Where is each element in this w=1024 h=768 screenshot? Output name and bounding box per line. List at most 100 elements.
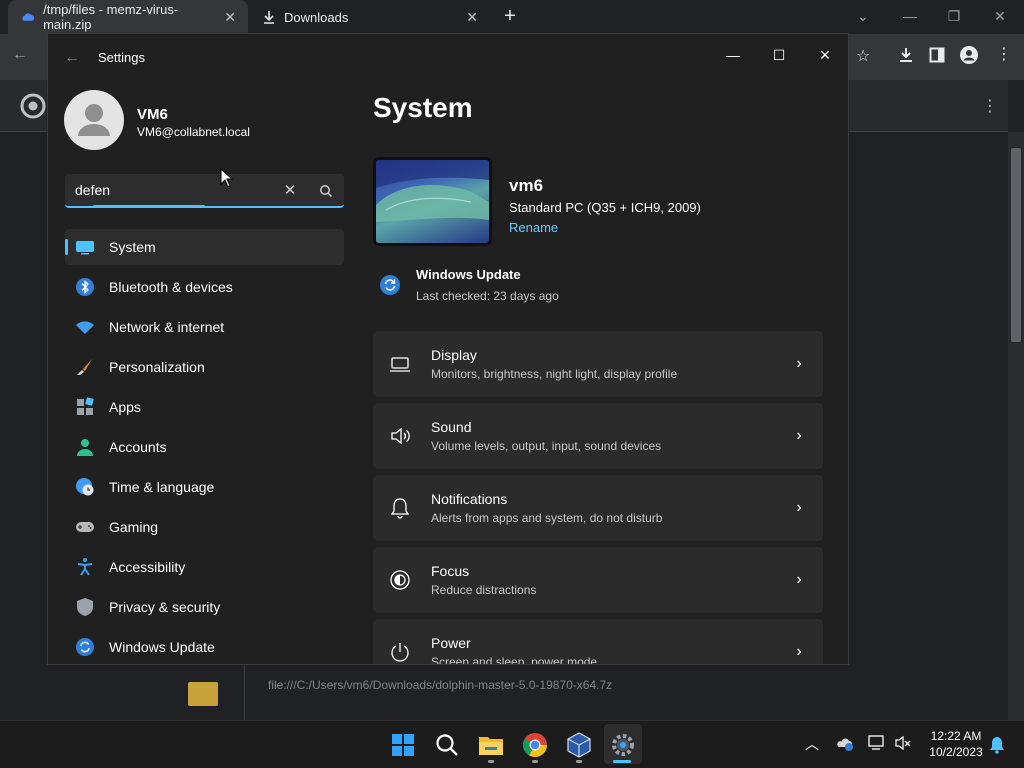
focus-icon bbox=[390, 570, 410, 590]
page-title: System bbox=[373, 92, 473, 123]
archive-file-icon bbox=[188, 682, 218, 706]
taskbar-search-icon[interactable] bbox=[433, 731, 461, 759]
sidebar-item-personalization[interactable]: Personalization bbox=[65, 349, 344, 385]
globe-clock-icon bbox=[76, 478, 94, 496]
sidebar-item-system[interactable]: System bbox=[65, 229, 344, 265]
running-indicator bbox=[532, 760, 538, 763]
profile-icon[interactable] bbox=[960, 46, 978, 64]
search-input[interactable] bbox=[75, 182, 275, 198]
browser-close-button[interactable]: ✕ bbox=[986, 4, 1014, 28]
browser-tab-files[interactable]: /tmp/files - memz-virus-main.zip ✕ bbox=[8, 0, 248, 34]
avatar[interactable] bbox=[64, 90, 124, 150]
monitor-icon bbox=[76, 241, 94, 255]
search-progress-bar bbox=[93, 205, 205, 208]
card-subtitle: Reduce distractions bbox=[431, 583, 537, 597]
virtualbox-icon[interactable] bbox=[565, 731, 593, 759]
browser-tab-title: /tmp/files - memz-virus-main.zip bbox=[43, 2, 179, 32]
sidebar-item-label: Windows Update bbox=[109, 639, 215, 655]
windows-update-title[interactable]: Windows Update bbox=[416, 267, 521, 282]
sidebar-item-network[interactable]: Network & internet bbox=[65, 309, 344, 345]
sidebar-item-label: Apps bbox=[109, 399, 141, 415]
sidebar-item-label: Privacy & security bbox=[109, 599, 221, 615]
sidebar-item-label: Gaming bbox=[109, 519, 159, 535]
person-silhouette-icon bbox=[78, 104, 110, 136]
downloads-icon[interactable] bbox=[897, 46, 915, 64]
wifi-icon bbox=[76, 321, 94, 334]
sidebar-item-label: System bbox=[109, 239, 156, 255]
chevron-up-icon[interactable]: ︿ bbox=[804, 734, 820, 752]
browser-back-icon[interactable]: ← bbox=[12, 46, 32, 66]
browser-tab-downloads[interactable]: Downloads ✕ bbox=[250, 0, 490, 34]
new-tab-button[interactable]: + bbox=[498, 4, 522, 28]
side-panel-icon[interactable] bbox=[929, 47, 945, 63]
sidebar-item-time-language[interactable]: Time & language bbox=[65, 469, 344, 505]
browser-minimize-button[interactable]: — bbox=[896, 4, 924, 28]
pc-name: vm6 bbox=[509, 176, 544, 195]
sidebar-item-label: Personalization bbox=[109, 359, 205, 375]
card-sound[interactable]: Sound Volume levels, output, input, soun… bbox=[373, 403, 823, 469]
windows-update-status: Last checked: 23 days ago bbox=[416, 289, 559, 303]
sidebar-item-windows-update[interactable]: Windows Update bbox=[65, 629, 344, 664]
card-title: Sound bbox=[431, 419, 472, 435]
browser-restore-button[interactable]: ❐ bbox=[940, 4, 968, 28]
browser-tab-title: Downloads bbox=[284, 9, 349, 25]
settings-window-title: Settings bbox=[98, 50, 145, 65]
clock-time[interactable]: 12:22 AM bbox=[918, 729, 994, 743]
card-display[interactable]: Display Monitors, brightness, night ligh… bbox=[373, 331, 823, 397]
chrome-browser-icon[interactable] bbox=[521, 731, 549, 759]
notification-bell-icon[interactable] bbox=[988, 736, 1006, 754]
windows-start-icon[interactable] bbox=[389, 731, 417, 759]
running-indicator bbox=[488, 760, 494, 763]
wallpaper-image bbox=[376, 160, 489, 222]
person-icon bbox=[77, 439, 93, 456]
speaker-icon bbox=[391, 427, 410, 445]
sidebar-item-accounts[interactable]: Accounts bbox=[65, 429, 344, 465]
download-arrow-icon bbox=[264, 11, 274, 24]
card-focus[interactable]: Focus Reduce distractions › bbox=[373, 547, 823, 613]
sidebar-item-label: Accounts bbox=[109, 439, 167, 455]
minimize-button[interactable]: — bbox=[710, 40, 756, 70]
bluetooth-icon bbox=[76, 278, 94, 296]
sidebar-item-gaming[interactable]: Gaming bbox=[65, 509, 344, 545]
windows-update-icon[interactable] bbox=[379, 274, 401, 296]
browser-menu-icon[interactable]: ⋮ bbox=[996, 44, 1012, 66]
back-arrow-icon[interactable]: ← bbox=[62, 48, 82, 68]
onedrive-status-icon[interactable] bbox=[836, 734, 854, 752]
sidebar-item-label: Time & language bbox=[109, 479, 215, 495]
download-path[interactable]: file:///C:/Users/vm6/Downloads/dolphin-m… bbox=[244, 670, 1004, 700]
scrollbar-thumb[interactable] bbox=[1011, 148, 1021, 342]
settings-gear-icon[interactable] bbox=[609, 731, 637, 759]
rename-link[interactable]: Rename bbox=[509, 220, 558, 235]
search-box[interactable]: ✕ bbox=[65, 174, 344, 208]
downloads-more-icon[interactable]: ⋮ bbox=[982, 96, 998, 116]
sidebar-item-bluetooth[interactable]: Bluetooth & devices bbox=[65, 269, 344, 305]
onedrive-cloud-icon bbox=[22, 13, 35, 21]
maximize-button[interactable]: ☐ bbox=[756, 40, 802, 70]
card-subtitle: Volume levels, output, input, sound devi… bbox=[431, 439, 662, 453]
clock-date[interactable]: 10/2/2023 bbox=[918, 745, 994, 759]
card-subtitle: Alerts from apps and system, do not dist… bbox=[431, 511, 663, 525]
shield-icon bbox=[77, 598, 93, 616]
network-display-icon[interactable] bbox=[868, 734, 886, 752]
clear-icon[interactable]: ✕ bbox=[279, 180, 301, 202]
chevron-right-icon: › bbox=[796, 571, 802, 588]
sidebar-item-apps[interactable]: Apps bbox=[65, 389, 344, 425]
pc-model: Standard PC (Q35 + ICH9, 2009) bbox=[509, 200, 701, 215]
search-icon[interactable] bbox=[315, 180, 337, 202]
bookmark-star-icon[interactable]: ☆ bbox=[856, 46, 876, 66]
chevron-right-icon: › bbox=[796, 499, 802, 516]
tab-close-icon[interactable]: ✕ bbox=[224, 9, 236, 26]
tab-search-chevron-icon[interactable]: ⌄ bbox=[849, 4, 877, 28]
tab-close-icon[interactable]: ✕ bbox=[466, 9, 478, 26]
card-title: Display bbox=[431, 347, 477, 363]
close-button[interactable]: ✕ bbox=[802, 40, 848, 70]
sidebar-item-privacy-security[interactable]: Privacy & security bbox=[65, 589, 344, 625]
card-power[interactable]: Power Screen and sleep, power mode › bbox=[373, 619, 823, 664]
volume-muted-icon[interactable] bbox=[894, 734, 912, 752]
sidebar-item-accessibility[interactable]: Accessibility bbox=[65, 549, 344, 585]
mouse-cursor-icon bbox=[220, 168, 234, 188]
card-notifications[interactable]: Notifications Alerts from apps and syste… bbox=[373, 475, 823, 541]
file-explorer-icon[interactable] bbox=[477, 731, 505, 759]
sidebar-item-label: Accessibility bbox=[109, 559, 186, 575]
card-title: Focus bbox=[431, 563, 470, 579]
